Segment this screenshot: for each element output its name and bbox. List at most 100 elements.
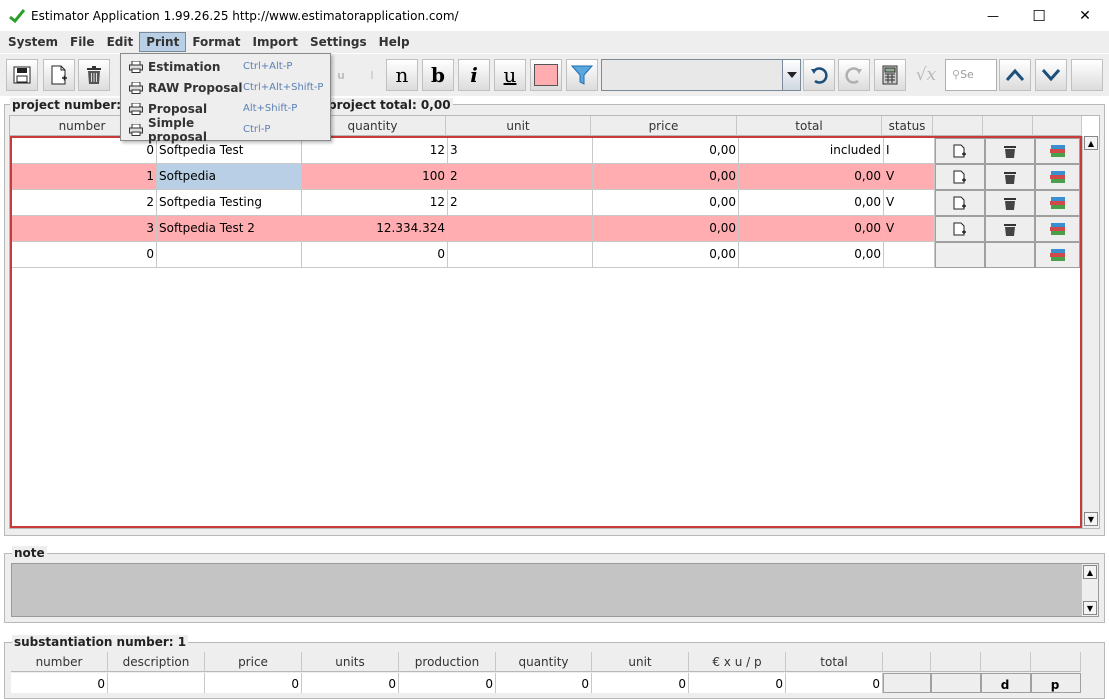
bold-button[interactable]: b (422, 59, 454, 91)
row-edit-button[interactable] (935, 164, 985, 190)
cell-quantity[interactable]: 12.334.324 (302, 216, 448, 242)
cell-number[interactable]: 0 (12, 138, 157, 164)
table-scrollbar[interactable]: ▲ ▼ (1082, 136, 1099, 528)
normal-text-button[interactable]: n (386, 59, 418, 91)
menu-print[interactable]: Print (139, 32, 187, 52)
cell-quantity[interactable]: 12 (302, 138, 448, 164)
row-details-button[interactable] (1035, 138, 1080, 164)
cell-description[interactable]: Softpedia Testing (157, 190, 302, 216)
cell-total[interactable]: included (739, 138, 884, 164)
cell-number[interactable]: 2 (12, 190, 157, 216)
italic-button[interactable]: i (458, 59, 490, 91)
scroll-down-button[interactable]: ▼ (1084, 512, 1098, 526)
cell-status[interactable]: I (884, 138, 935, 164)
print-menu-item-raw-proposal[interactable]: RAW Proposal Ctrl+Alt+Shift-P (121, 77, 330, 98)
sqrt-button[interactable]: √x (910, 59, 942, 91)
table-row[interactable]: 1 Softpedia 100 2 0,00 0,00 V (12, 164, 1080, 190)
cell-status[interactable]: V (884, 216, 935, 242)
sub-col-units[interactable]: units (302, 652, 399, 672)
sub-cell-unit[interactable]: 0 (592, 673, 689, 693)
row-details-button[interactable] (1035, 164, 1080, 190)
cell-number[interactable]: 0 (12, 242, 157, 268)
minimize-button[interactable]: — (970, 0, 1016, 31)
cell-price[interactable]: 0,00 (593, 242, 739, 268)
sub-col-euro-ratio[interactable]: € x u / p (689, 652, 786, 672)
save-button[interactable] (6, 59, 38, 91)
cell-price[interactable]: 0,00 (593, 164, 739, 190)
note-scroll-down-button[interactable]: ▼ (1083, 601, 1097, 615)
row-delete-button[interactable] (985, 164, 1035, 190)
sub-col-total[interactable]: total (786, 652, 883, 672)
cell-price[interactable]: 0,00 (593, 138, 739, 164)
menu-edit[interactable]: Edit (101, 32, 140, 52)
menu-format[interactable]: Format (186, 32, 246, 52)
note-scroll-up-button[interactable]: ▲ (1083, 565, 1097, 579)
scroll-up-button[interactable]: ▲ (1084, 136, 1098, 150)
sub-cell-total[interactable]: 0 (786, 673, 883, 693)
combo-dropdown-button[interactable] (782, 60, 800, 90)
move-down-button[interactable] (1035, 59, 1067, 91)
sub-col-production[interactable]: production (399, 652, 496, 672)
underline-button[interactable]: u (494, 59, 526, 91)
row-details-button[interactable] (1035, 242, 1080, 268)
menu-help[interactable]: Help (373, 32, 416, 52)
print-menu-item-simple-proposal[interactable]: Simple proposal Ctrl-P (121, 116, 330, 144)
cell-total[interactable]: 0,00 (739, 164, 884, 190)
menu-settings[interactable]: Settings (304, 32, 373, 52)
delete-button[interactable] (78, 59, 110, 91)
cell-status[interactable] (884, 242, 935, 268)
table-row[interactable]: 3 Softpedia Test 2 12.334.324 0,00 0,00 … (12, 216, 1080, 242)
cell-description[interactable]: Softpedia Test 2 (157, 216, 302, 242)
cell-status[interactable]: V (884, 164, 935, 190)
empty-toolbar-button[interactable] (1071, 59, 1103, 91)
note-textarea[interactable]: ▲ ▼ (11, 563, 1099, 617)
sub-col-quantity[interactable]: quantity (496, 652, 592, 672)
cell-number[interactable]: 3 (12, 216, 157, 242)
table-row-new[interactable]: 0 0 0,00 0,00 (12, 242, 1080, 268)
sub-cell-price[interactable]: 0 (205, 673, 302, 693)
cell-description[interactable]: Softpedia (157, 164, 302, 190)
cell-status[interactable]: V (884, 190, 935, 216)
row-delete-button[interactable] (985, 216, 1035, 242)
sub-print-button[interactable]: p (1031, 673, 1081, 693)
cell-description[interactable] (157, 242, 302, 268)
undo-button[interactable] (803, 59, 835, 91)
cell-quantity[interactable]: 0 (302, 242, 448, 268)
maximize-button[interactable]: ☐ (1016, 0, 1062, 31)
cell-unit[interactable] (448, 216, 593, 242)
cell-total[interactable]: 0,00 (739, 242, 884, 268)
highlight-color-button[interactable] (530, 59, 562, 91)
sub-cell-number[interactable]: 0 (11, 673, 108, 693)
row-details-button[interactable] (1035, 216, 1080, 242)
col-price[interactable]: price (591, 116, 737, 136)
sub-col-description[interactable]: description (108, 652, 205, 672)
sub-cell-description[interactable] (108, 673, 205, 693)
search-input[interactable]: ⚲Se (945, 59, 997, 91)
print-menu-item-estimation[interactable]: Estimation Ctrl+Alt-P (121, 56, 330, 77)
cell-number[interactable]: 1 (12, 164, 157, 190)
redo-button[interactable] (838, 59, 870, 91)
col-unit[interactable]: unit (446, 116, 591, 136)
italic-faded-button[interactable]: I (356, 59, 388, 91)
format-combo[interactable] (601, 59, 801, 91)
row-details-button[interactable] (1035, 190, 1080, 216)
calculator-button[interactable] (874, 59, 906, 91)
sub-cell-units[interactable]: 0 (302, 673, 399, 693)
row-edit-button[interactable] (935, 216, 985, 242)
row-delete-button[interactable] (985, 190, 1035, 216)
sub-cell-euro-ratio[interactable]: 0 (689, 673, 786, 693)
cell-unit[interactable] (448, 242, 593, 268)
menu-system[interactable]: System (2, 32, 64, 52)
sub-delete-button[interactable]: d (981, 673, 1031, 693)
row-edit-button[interactable] (935, 138, 985, 164)
sub-cell-production[interactable]: 0 (399, 673, 496, 693)
cell-unit[interactable]: 3 (448, 138, 593, 164)
cell-total[interactable]: 0,00 (739, 190, 884, 216)
menu-file[interactable]: File (64, 32, 101, 52)
sub-col-unit[interactable]: unit (592, 652, 689, 672)
col-total[interactable]: total (737, 116, 882, 136)
move-up-button[interactable] (999, 59, 1031, 91)
col-status[interactable]: status (882, 116, 933, 136)
cell-quantity[interactable]: 12 (302, 190, 448, 216)
sub-col-price[interactable]: price (205, 652, 302, 672)
